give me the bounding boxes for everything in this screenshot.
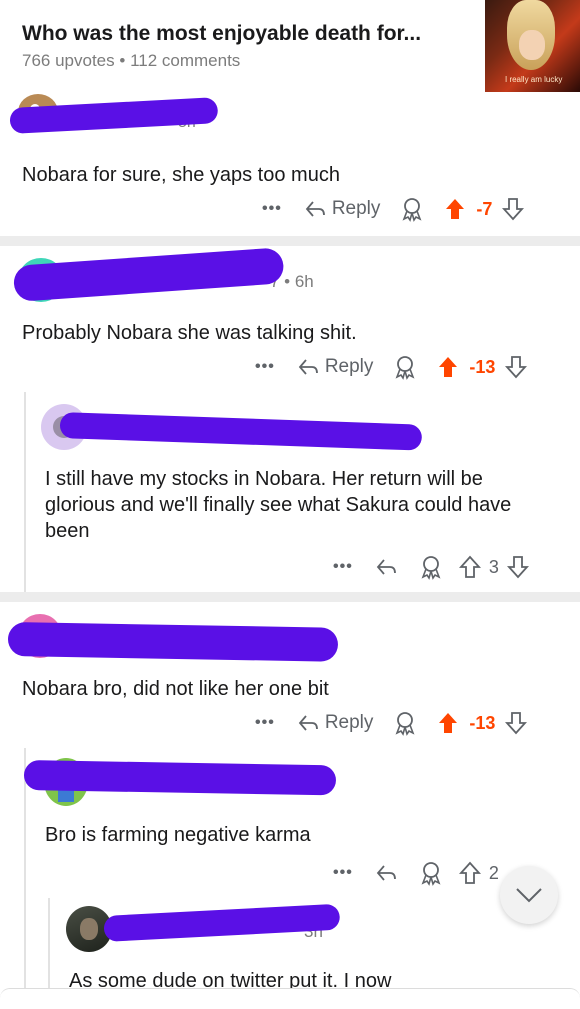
reply-arrow-icon <box>298 359 318 375</box>
redaction-scribble <box>12 247 285 302</box>
reply-label: Reply <box>324 712 374 733</box>
downvote-icon[interactable] <box>502 197 525 221</box>
reply-arrow-icon[interactable] <box>375 863 397 883</box>
comment-actions: ••• Reply -7 <box>262 196 525 222</box>
comment-actions: ••• Reply -13 <box>255 710 528 736</box>
downvote-icon[interactable] <box>506 555 529 579</box>
meta-separator: • <box>119 51 126 70</box>
upvote-icon[interactable] <box>437 711 459 735</box>
award-icon[interactable] <box>400 196 424 222</box>
downvote-icon[interactable] <box>505 711 528 735</box>
redaction-scribble <box>7 622 339 662</box>
more-icon[interactable]: ••• <box>333 864 353 882</box>
reply-arrow-icon <box>298 715 318 731</box>
post-meta: 766 upvotes • 112 comments <box>22 51 240 71</box>
downvote-icon[interactable] <box>505 355 528 379</box>
vote-score: -7 <box>476 198 493 219</box>
reply-label: Reply <box>324 356 374 377</box>
award-icon[interactable] <box>419 860 443 886</box>
thread-line <box>48 898 50 1000</box>
upvote-icon[interactable] <box>444 197 466 221</box>
thumbnail-face <box>519 30 545 60</box>
reply-actions: ••• 3 <box>333 554 529 580</box>
comment-divider <box>0 236 580 246</box>
vote-score: -13 <box>469 356 496 377</box>
reply-arrow-icon <box>305 201 325 217</box>
award-icon[interactable] <box>393 710 417 736</box>
upvote-icon[interactable] <box>458 555 481 579</box>
reply-label: Reply <box>331 198 381 219</box>
award-icon[interactable] <box>393 354 417 380</box>
reply-actions: ••• 2 <box>333 860 499 886</box>
comment-body: Probably Nobara she was talking shit. <box>22 322 357 344</box>
redaction-scribble <box>59 412 423 451</box>
post-thumbnail[interactable]: I really am lucky <box>485 0 580 92</box>
comment-body: Nobara for sure, she yaps too much <box>22 164 340 186</box>
upvote-count: 766 upvotes <box>22 51 115 70</box>
upvote-icon[interactable] <box>437 355 459 379</box>
chevron-down-icon <box>516 888 542 903</box>
comment-count: 112 comments <box>130 51 241 70</box>
comment-body: Nobara bro, did not like her one bit <box>22 678 329 700</box>
thread-line <box>24 392 26 592</box>
reply-button[interactable]: Reply <box>304 198 381 220</box>
comment-actions: ••• Reply -13 <box>255 354 528 380</box>
more-icon[interactable]: ••• <box>333 558 353 576</box>
vote-score: -13 <box>469 712 496 733</box>
reply-button[interactable]: Reply <box>297 712 374 734</box>
vote-score: 2 <box>488 862 499 883</box>
reply-body: I still have my stocks in Nobara. Her re… <box>45 468 512 542</box>
more-icon[interactable]: ••• <box>255 714 275 732</box>
award-icon[interactable] <box>419 554 443 580</box>
reply-body: Bro is farming negative karma <box>45 824 311 846</box>
bottom-sheet-edge <box>0 988 580 1009</box>
scroll-down-button[interactable] <box>500 866 558 924</box>
post-title[interactable]: Who was the most enjoyable death for... <box>22 22 421 46</box>
more-icon[interactable]: ••• <box>262 200 282 218</box>
redaction-scribble <box>23 760 337 796</box>
reply-button[interactable]: Reply <box>297 356 374 378</box>
reply-arrow-icon[interactable] <box>375 557 397 577</box>
comment-divider <box>0 592 580 602</box>
vote-score: 3 <box>488 556 499 577</box>
thread-line <box>24 748 26 1000</box>
upvote-icon[interactable] <box>458 861 481 885</box>
more-icon[interactable]: ••• <box>255 358 275 376</box>
thumbnail-caption: I really am lucky <box>505 75 563 84</box>
